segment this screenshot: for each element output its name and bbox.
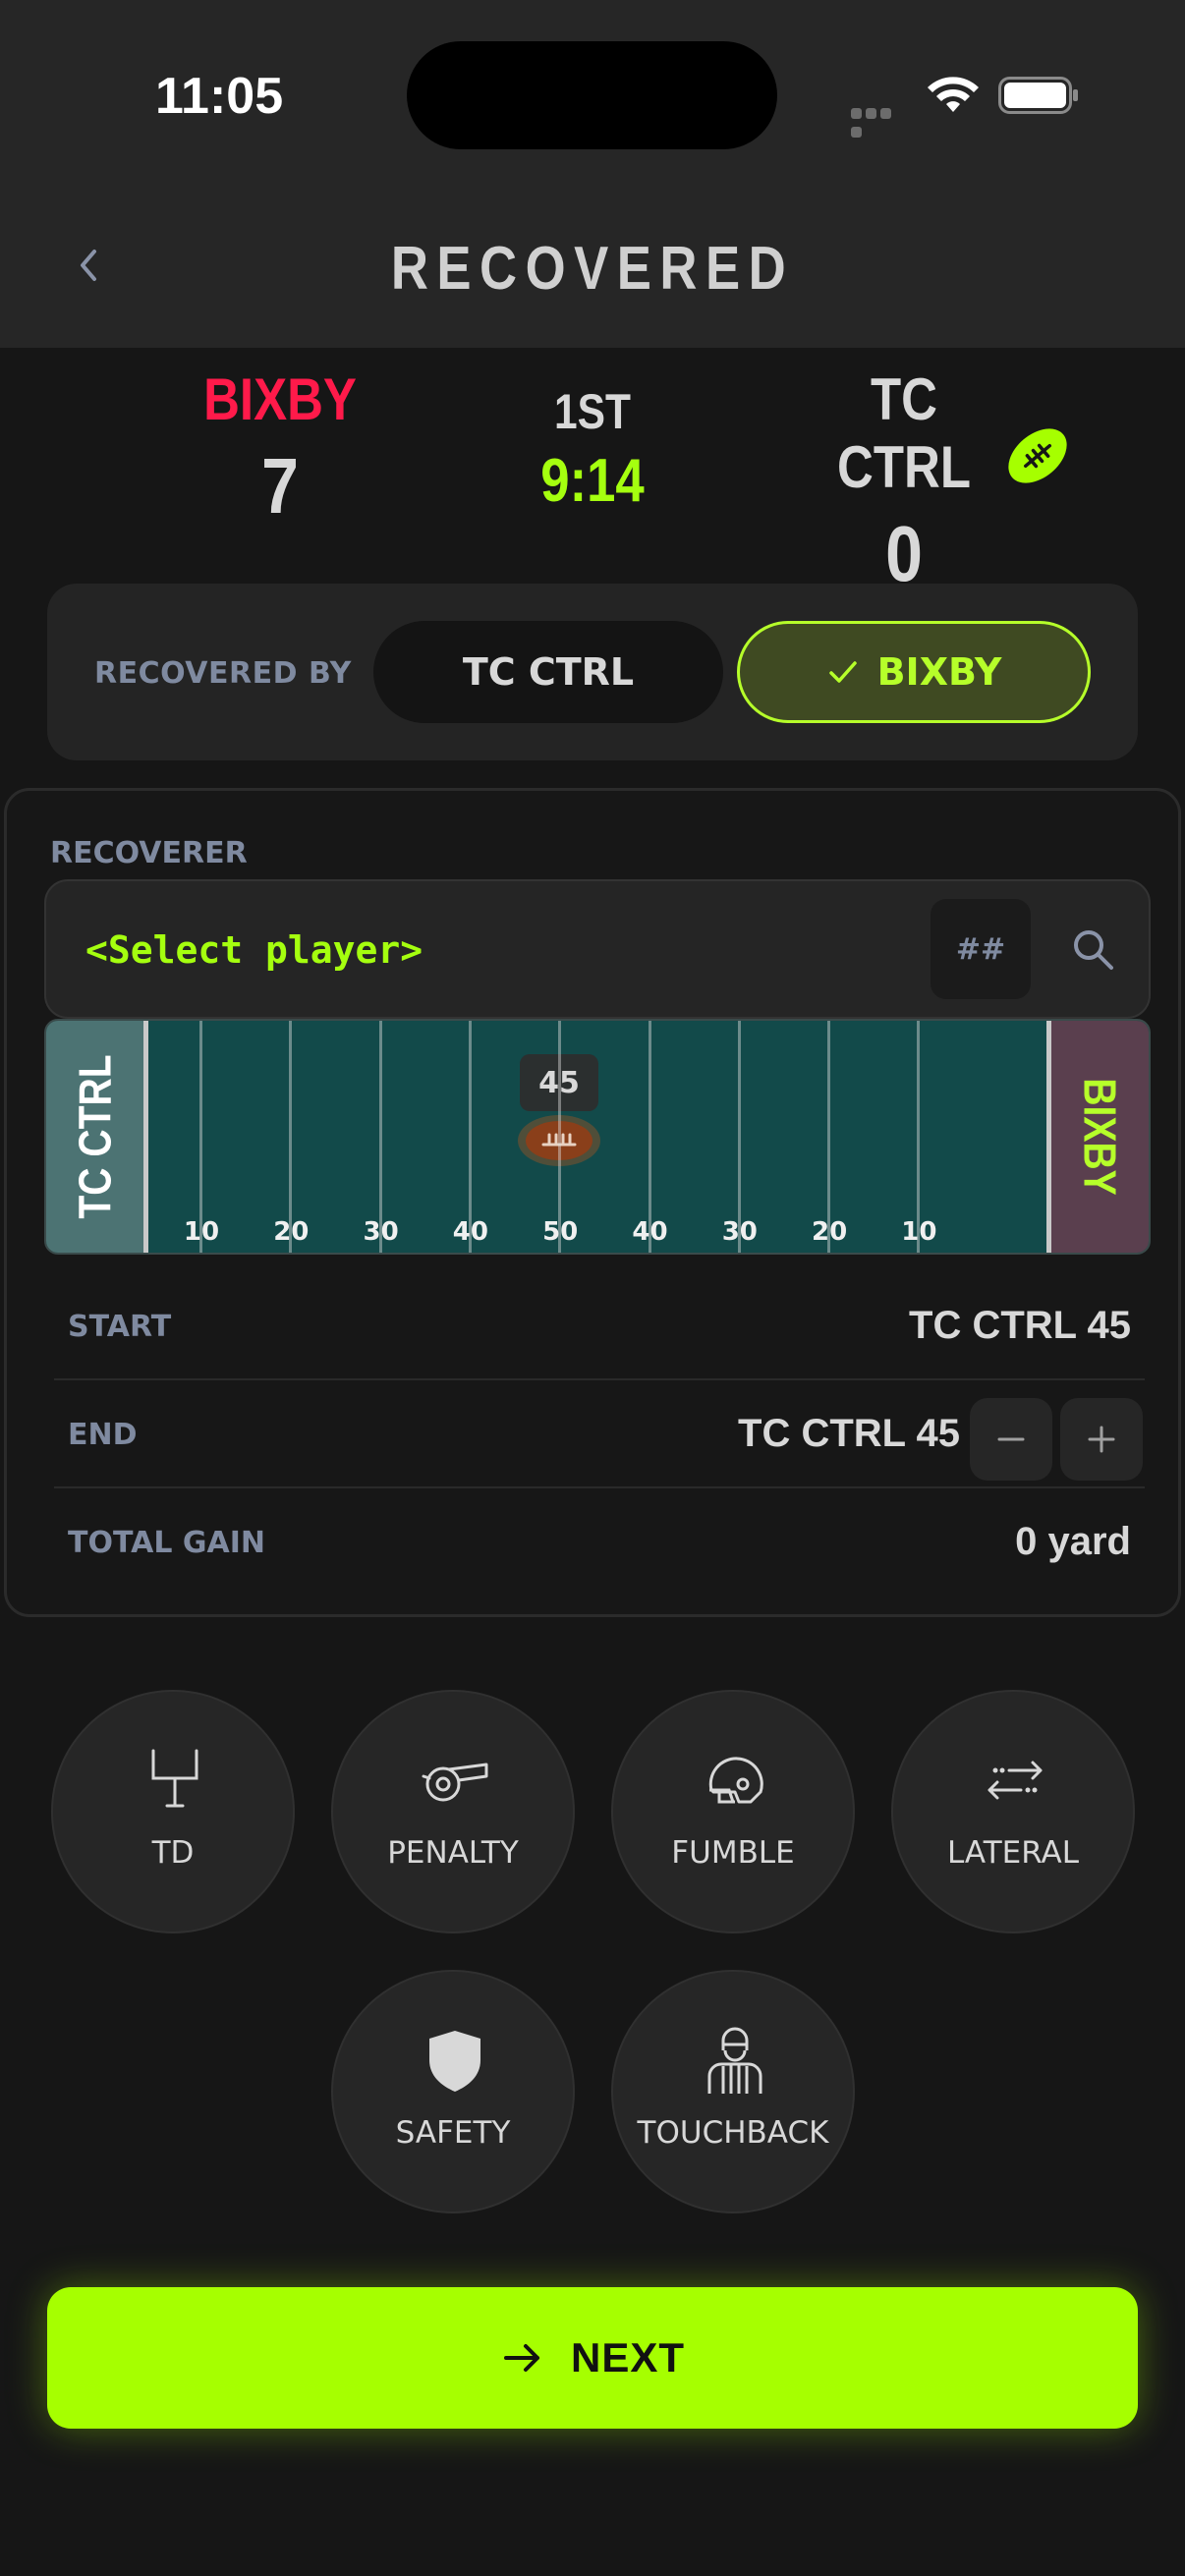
yard-number: 10 — [901, 1217, 937, 1247]
whistle-icon — [422, 1763, 488, 1802]
total-gain-label: TOTAL GAIN — [68, 1526, 265, 1560]
right-endzone-label: BIXBY — [1074, 1078, 1126, 1196]
game-clock: 1ST 9:14 — [472, 383, 713, 516]
cellular-signal-icon — [851, 104, 908, 138]
total-gain-row: TOTAL GAIN 0 yard — [54, 1488, 1145, 1596]
minus-icon — [997, 1437, 1025, 1441]
yard-number: 30 — [721, 1217, 758, 1247]
helmet-icon — [708, 1757, 763, 1804]
penalty-button[interactable]: PENALTY — [331, 1690, 575, 1933]
touchback-button[interactable]: TOUCHBACK — [611, 1970, 855, 2213]
end-decrement-button[interactable] — [970, 1398, 1052, 1481]
play-details-card: RECOVERER <Select player> ## TC CTRL BIX… — [4, 788, 1181, 1617]
football-field[interactable]: TC CTRL BIXBY 45 10 20 30 40 50 40 30 20 10 — [44, 1019, 1151, 1255]
recovered-by-card: RECOVERED BY TC CTRL BIXBY — [47, 584, 1138, 760]
header: RECOVERED — [0, 196, 1185, 348]
action-label: PENALTY — [387, 1835, 519, 1871]
start-row: START TC CTRL 45 — [54, 1272, 1145, 1380]
page-title: RECOVERED — [390, 235, 795, 303]
end-increment-button[interactable] — [1060, 1398, 1143, 1481]
yard-number: 10 — [183, 1217, 220, 1247]
shield-icon — [429, 2031, 480, 2092]
status-bar: 11:05 — [0, 0, 1185, 196]
yard-number: 20 — [273, 1217, 310, 1247]
start-value: TC CTRL 45 — [909, 1304, 1131, 1347]
yard-number: 20 — [812, 1217, 848, 1247]
recovered-by-bixby-button[interactable]: BIXBY — [737, 621, 1091, 723]
wifi-icon — [928, 77, 979, 112]
end-row: END TC CTRL 45 — [54, 1380, 1145, 1488]
recovered-by-label: RECOVERED BY — [94, 656, 352, 691]
recoverer-label: RECOVERER — [50, 836, 248, 870]
lateral-button[interactable]: LATERAL — [891, 1690, 1135, 1933]
action-label: LATERAL — [946, 1835, 1080, 1871]
td-button[interactable]: TD — [51, 1690, 295, 1933]
home-team-name: BIXBY — [203, 366, 357, 432]
yard-number: 40 — [452, 1217, 488, 1247]
search-icon — [1074, 930, 1113, 970]
recovered-by-tc-ctrl-button[interactable]: TC CTRL — [373, 621, 723, 723]
safety-button[interactable]: SAFETY — [331, 1970, 575, 2213]
left-endzone: TC CTRL — [46, 1021, 148, 1253]
next-button[interactable]: NEXT — [47, 2287, 1138, 2429]
plus-icon — [1088, 1426, 1115, 1453]
recovered-by-option-label: BIXBY — [876, 650, 1002, 694]
jersey-number-button[interactable]: ## — [931, 899, 1031, 999]
status-time: 11:05 — [155, 68, 284, 125]
period: 1ST — [554, 384, 631, 439]
action-label: TD — [151, 1835, 195, 1871]
player-select-field[interactable]: <Select player> ## — [44, 879, 1151, 1019]
total-gain-value: 0 yard — [1015, 1520, 1131, 1563]
end-value: TC CTRL 45 — [738, 1412, 960, 1455]
goalpost-icon — [151, 1749, 198, 1808]
right-endzone: BIXBY — [1046, 1021, 1149, 1253]
yard-number: 30 — [363, 1217, 399, 1247]
recovered-by-option-label: TC CTRL — [462, 650, 635, 694]
player-select-placeholder: <Select player> — [85, 928, 423, 972]
battery-icon — [998, 77, 1078, 114]
action-label: FUMBLE — [671, 1835, 795, 1871]
action-label: TOUCHBACK — [637, 2115, 829, 2151]
next-button-label: NEXT — [570, 2334, 685, 2380]
clock-time: 9:14 — [540, 447, 645, 515]
dynamic-island — [407, 41, 777, 149]
lateral-arrows-icon — [988, 1761, 1043, 1800]
check-icon — [828, 661, 857, 683]
left-endzone-label: TC CTRL — [69, 1054, 121, 1219]
player-search-button[interactable] — [1058, 915, 1127, 983]
home-team-score: 7 — [261, 442, 299, 530]
start-label: START — [68, 1310, 172, 1344]
yard-number: 50 — [542, 1217, 579, 1247]
away-team: TC CTRL 0 — [786, 365, 1022, 599]
possession-football-icon — [1008, 428, 1067, 483]
yard-number: 40 — [632, 1217, 668, 1247]
action-label: SAFETY — [395, 2115, 511, 2151]
away-team-name: TC CTRL — [837, 366, 971, 500]
end-label: END — [68, 1418, 138, 1452]
home-team: BIXBY 7 — [157, 365, 403, 532]
fumble-button[interactable]: FUMBLE — [611, 1690, 855, 1933]
arrow-right-icon — [503, 2344, 539, 2372]
referee-icon — [707, 2027, 762, 2094]
